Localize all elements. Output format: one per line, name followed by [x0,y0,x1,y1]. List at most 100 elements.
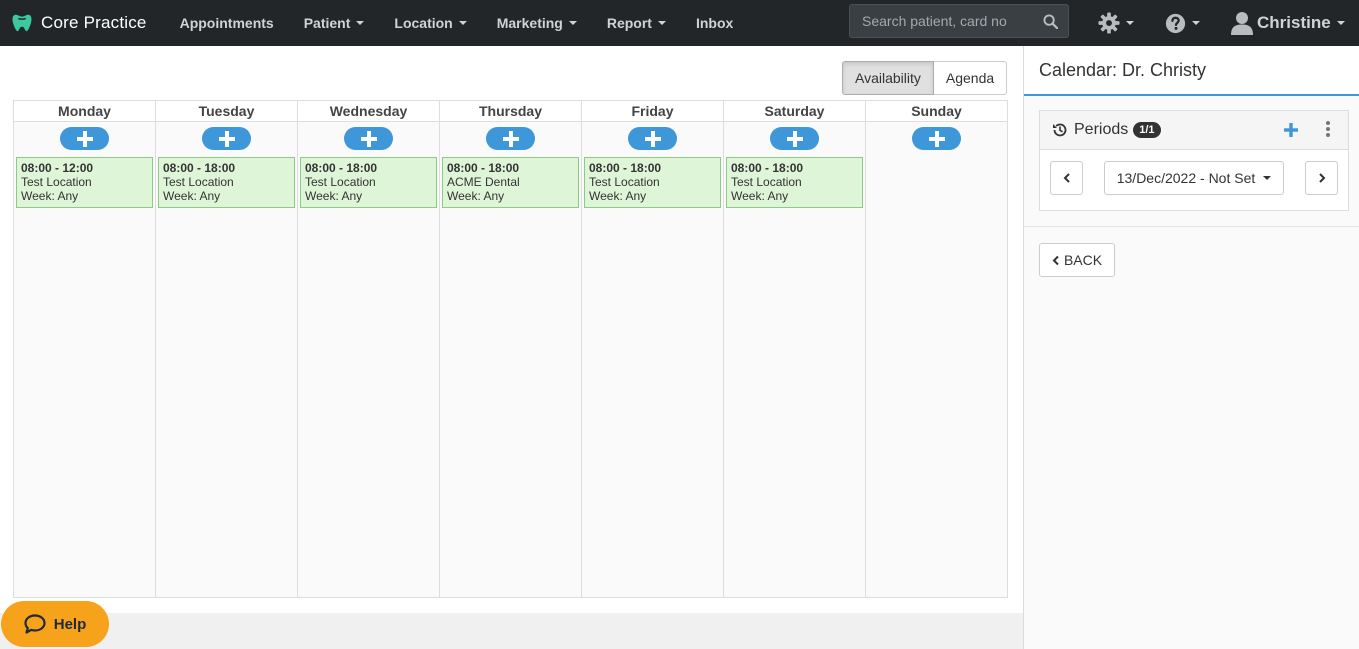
periods-count-badge: 1/1 [1133,122,1161,138]
add-slot-button[interactable] [912,127,961,150]
day-header: Sunday [866,101,1007,122]
slot-time: 08:00 - 18:00 [447,161,520,175]
nav-patient[interactable]: Patient [289,0,380,46]
day-column-monday: Monday 08:00 - 12:00 Test Location Week:… [14,101,156,597]
back-label: BACK [1063,252,1103,268]
help-label: Help [53,615,87,633]
slot-week: Week: Any [447,189,505,203]
user-icon [1231,12,1253,35]
search-button[interactable] [1035,5,1065,37]
add-slot-button[interactable] [486,127,535,150]
day-header: Friday [582,101,723,122]
day-column-saturday: Saturday 08:00 - 18:00 Test Location Wee… [724,101,866,597]
nav-report[interactable]: Report [592,0,681,46]
plus-icon [1284,123,1298,137]
availability-slot[interactable]: 08:00 - 18:00 Test Location Week: Any [584,157,721,208]
day-header: Monday [14,101,155,122]
caret-down-icon [1126,21,1134,25]
next-period-button[interactable] [1305,161,1338,195]
calendar-side-panel: Calendar: Dr. Christy Periods 1/1 13/Dec… [1023,46,1359,649]
add-slot-button[interactable] [60,127,109,150]
slot-time: 08:00 - 18:00 [163,161,236,175]
availability-slot[interactable]: 08:00 - 18:00 Test Location Week: Any [158,157,295,208]
settings-menu[interactable] [1098,0,1134,46]
availability-slot[interactable]: 08:00 - 18:00 Test Location Week: Any [300,157,437,208]
chat-bubble-icon [24,614,46,634]
add-slot-button[interactable] [770,127,819,150]
day-column-thursday: Thursday 08:00 - 18:00 ACME Dental Week:… [440,101,582,597]
tooth-logo-icon [12,14,32,32]
periods-header: Periods 1/1 [1040,111,1348,150]
slot-time: 08:00 - 18:00 [731,161,804,175]
back-button[interactable]: BACK [1039,243,1115,277]
slot-week: Week: Any [163,189,221,203]
top-navbar: Core Practice Appointments Patient Locat… [0,0,1359,46]
caret-down-icon [1263,176,1272,180]
add-slot-button[interactable] [202,127,251,150]
slot-week: Week: Any [21,189,79,203]
periods-body: 13/Dec/2022 - Not Set [1040,150,1348,210]
plus-icon [786,130,803,147]
caret-down-icon [356,21,365,25]
search-box [849,4,1069,38]
nav-appointments[interactable]: Appointments [165,0,289,46]
nav-label: Marketing [496,15,563,31]
nav-label: Inbox [695,15,734,31]
gear-icon [1098,12,1120,34]
help-button[interactable]: Help [1,601,109,647]
slot-location: Test Location [305,175,376,189]
agenda-button[interactable]: Agenda [933,61,1008,95]
slot-location: Test Location [163,175,234,189]
availability-slot[interactable]: 08:00 - 12:00 Test Location Week: Any [16,157,153,208]
chevron-left-icon [1063,173,1070,183]
periods-label: Periods [1074,121,1129,138]
search-input[interactable] [850,13,1035,29]
availability-button[interactable]: Availability [842,61,934,95]
user-menu[interactable]: Christine [1231,0,1345,46]
slot-week: Week: Any [731,189,789,203]
caret-down-icon [458,21,467,25]
main-footer-strip [0,613,1023,649]
slot-week: Week: Any [589,189,647,203]
nav-label: Patient [303,15,351,31]
add-slot-button[interactable] [344,127,393,150]
nav-label: Location [394,15,453,31]
availability-slot[interactable]: 08:00 - 18:00 Test Location Week: Any [726,157,863,208]
nav-location[interactable]: Location [379,0,481,46]
view-toggle: Availability Agenda [842,61,1008,95]
nav-inbox[interactable]: Inbox [681,0,748,46]
caret-down-icon [1336,21,1345,25]
help-menu[interactable] [1165,0,1200,46]
caret-down-icon [657,21,666,25]
nav-label: Appointments [179,15,274,31]
more-options-icon[interactable] [1325,120,1331,140]
plus-icon [644,130,661,147]
slot-location: Test Location [21,175,92,189]
slot-week: Week: Any [305,189,363,203]
weekly-calendar: Monday 08:00 - 12:00 Test Location Week:… [13,100,1008,598]
slot-time: 08:00 - 12:00 [21,161,94,175]
day-column-sunday: Sunday [866,101,1007,597]
plus-icon [502,130,519,147]
nav-marketing[interactable]: Marketing [482,0,592,46]
day-header: Thursday [440,101,581,122]
chevron-left-icon [1052,255,1059,265]
day-column-wednesday: Wednesday 08:00 - 18:00 Test Location We… [298,101,440,597]
caret-down-icon [1192,21,1200,25]
plus-icon [928,130,945,147]
slot-location: ACME Dental [447,175,520,189]
history-icon [1053,123,1067,137]
plus-icon [218,130,235,147]
availability-slot[interactable]: 08:00 - 18:00 ACME Dental Week: Any [442,157,579,208]
previous-period-button[interactable] [1050,161,1083,195]
day-header: Saturday [724,101,865,122]
question-circle-icon [1165,13,1186,33]
divider [1024,226,1359,227]
add-period-button[interactable] [1284,119,1298,141]
brand[interactable]: Core Practice [11,0,147,46]
add-slot-button[interactable] [628,127,677,150]
side-panel-title: Calendar: Dr. Christy [1024,46,1359,96]
day-header: Tuesday [156,101,297,122]
user-name: Christine [1257,13,1331,32]
period-dropdown[interactable]: 13/Dec/2022 - Not Set [1104,161,1284,195]
